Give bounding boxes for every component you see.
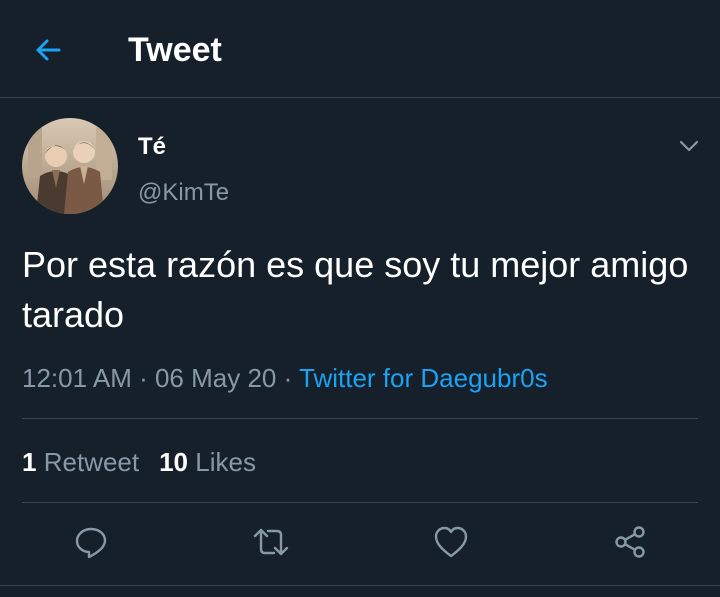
chevron-down-icon [679,140,699,152]
retweets-label: Retweet [43,447,140,477]
top-bar: Tweet [0,0,720,98]
retweets-stat[interactable]: 1 Retweet [22,447,139,477]
tweet-text: Por esta razón es que soy tu mejor amigo… [22,244,689,335]
divider [22,418,698,419]
display-name[interactable]: Té [138,132,166,162]
reply-icon [75,527,107,559]
meta-separator: · [276,363,300,393]
back-button[interactable] [28,30,68,70]
tweet-detail-screen: Tweet Té @KimTe Por esta razón es que so… [0,0,720,597]
more-options-button[interactable] [676,133,702,159]
retweet-icon [253,528,289,556]
likes-count: 10 [159,447,189,477]
retweet-button[interactable] [251,522,291,562]
share-button[interactable] [610,522,650,562]
arrow-left-icon [36,39,61,61]
divider [22,502,698,503]
tweet-date: 06 May 20 [154,363,277,393]
like-button[interactable] [431,522,471,562]
tweet-stats: 1 Retweet 10 Likes [22,446,256,478]
divider [0,585,720,586]
likes-stat[interactable]: 10 Likes [159,447,256,477]
tweet-source-link[interactable]: Twitter for Daegubr0s [299,363,548,393]
likes-label: Likes [195,447,256,477]
page-title: Tweet [128,31,222,69]
avatar-photo [22,118,118,214]
tweet-time: 12:01 AM [22,363,132,393]
share-icon [615,526,645,558]
reply-button[interactable] [71,522,111,562]
meta-separator: · [131,363,155,393]
user-handle[interactable]: @KimTe [138,178,229,208]
like-icon [434,526,468,558]
avatar[interactable] [22,118,118,214]
retweets-count: 1 [22,447,37,477]
tweet-metadata: 12:01 AM · 06 May 20 · Twitter for Daegu… [22,362,548,394]
